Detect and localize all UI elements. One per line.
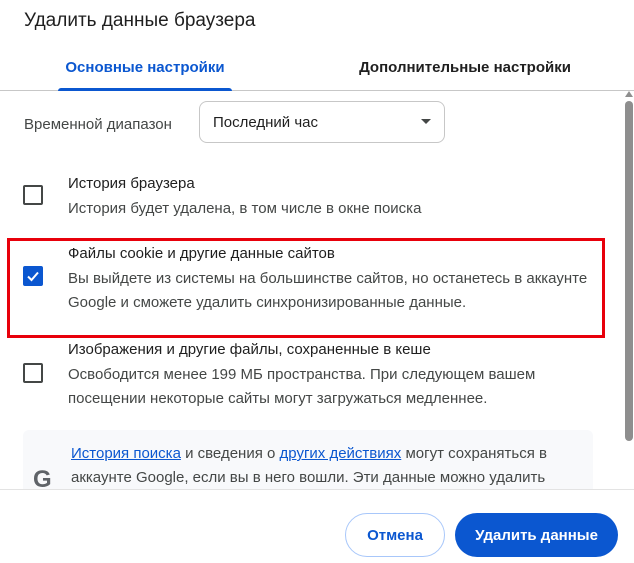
notice-text-part1: и сведения о: [180, 445, 280, 462]
browsing-history-description: История будет удалена, в том числе в окн…: [68, 200, 422, 217]
time-range-label: Временной диапазон: [24, 115, 172, 133]
option-cached-files: Изображения и другие файлы, сохраненные …: [0, 339, 620, 419]
scroll-up-arrow-icon[interactable]: [625, 91, 633, 97]
scrollbar-thumb[interactable]: [625, 101, 633, 441]
time-range-select[interactable]: Последний час: [199, 101, 445, 143]
other-activity-link[interactable]: других действиях: [280, 445, 402, 462]
cached-files-checkbox[interactable]: [23, 363, 43, 383]
time-range-row: Временной диапазон: [24, 101, 172, 147]
cached-files-description: Освободится менее 199 МБ пространства. П…: [68, 366, 536, 407]
content-scrollbar[interactable]: [622, 91, 634, 489]
cancel-button[interactable]: Отмена: [345, 513, 445, 557]
tab-advanced[interactable]: Дополнительные настройки: [320, 44, 610, 90]
time-range-value: Последний час: [213, 113, 319, 131]
tab-basic[interactable]: Основные настройки: [0, 44, 290, 91]
highlight-frame: [7, 238, 605, 338]
notice-text: История поиска и сведения о других дейст…: [71, 442, 586, 489]
search-history-link[interactable]: История поиска: [71, 445, 181, 462]
dialog-content: Временной диапазон Последний час История…: [0, 91, 620, 489]
browsing-history-checkbox[interactable]: [23, 185, 43, 205]
tab-bar: Основные настройки Дополнительные настро…: [0, 44, 634, 91]
delete-data-button[interactable]: Удалить данные: [455, 513, 618, 557]
browsing-history-title: История браузера: [68, 175, 195, 192]
clear-browsing-data-dialog: Удалить данные браузера Основные настрой…: [0, 0, 634, 563]
option-browsing-history: История браузера История будет удалена, …: [0, 169, 620, 229]
dropdown-caret-icon: [421, 119, 431, 124]
google-activity-notice: G История поиска и сведения о других дей…: [23, 430, 593, 489]
google-logo-icon: G: [33, 466, 52, 489]
dialog-title: Удалить данные браузера: [24, 10, 256, 31]
dialog-footer: Отмена Удалить данные: [0, 489, 634, 563]
cached-files-title: Изображения и другие файлы, сохраненные …: [68, 341, 431, 358]
